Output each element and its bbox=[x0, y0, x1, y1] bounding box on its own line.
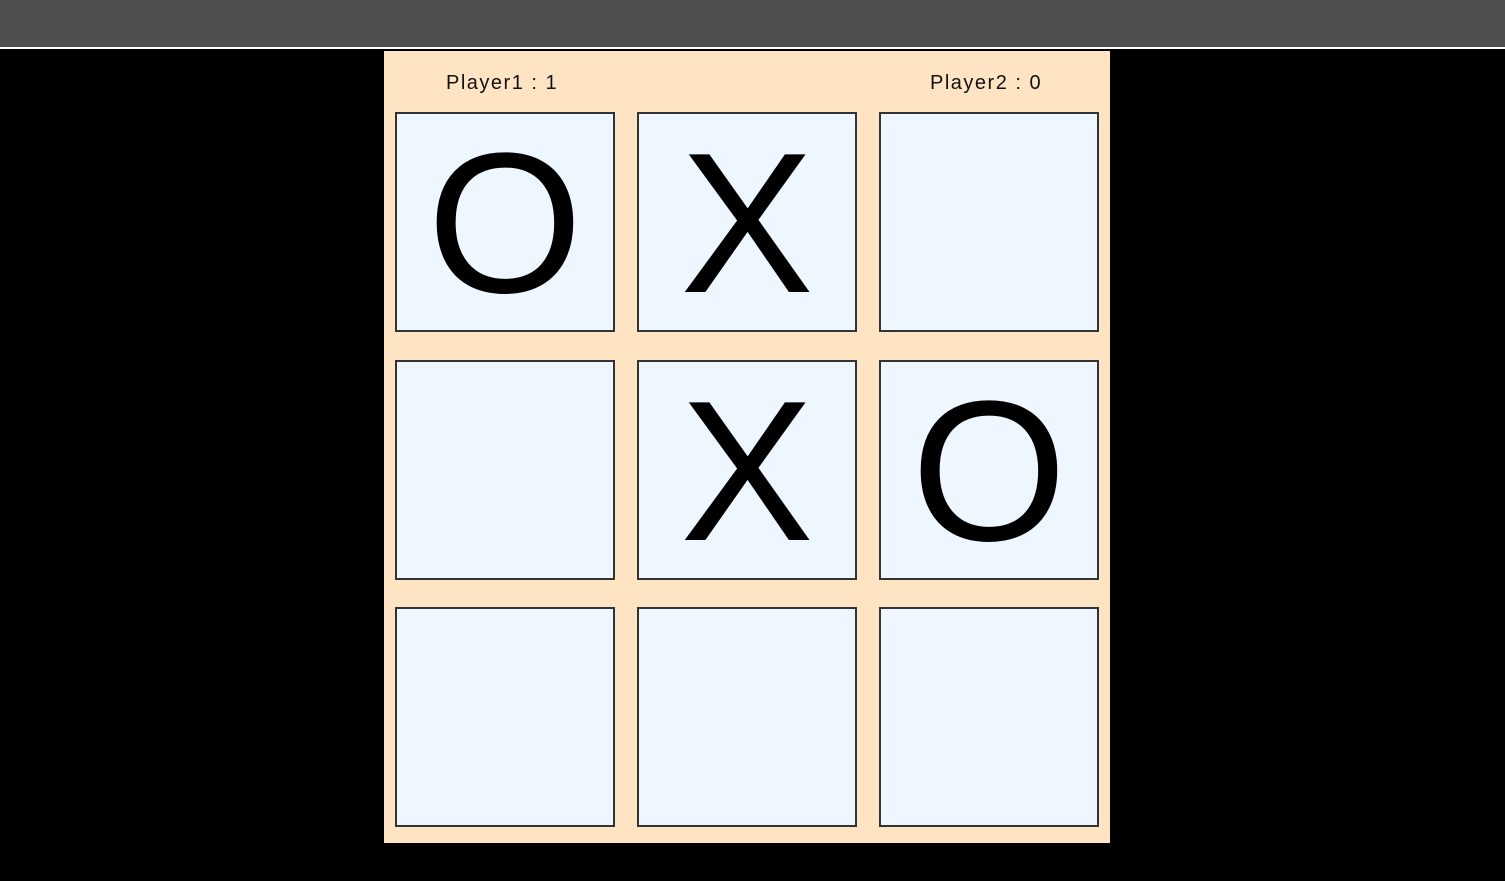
cell-r1-c3[interactable] bbox=[879, 112, 1099, 332]
cell-mark: X bbox=[680, 360, 814, 583]
cell-r1-c1[interactable]: O bbox=[395, 112, 615, 332]
cell-r1-c2[interactable]: X bbox=[637, 112, 857, 332]
cell-r2-c2[interactable]: X bbox=[637, 360, 857, 580]
cell-r2-c3[interactable]: O bbox=[879, 360, 1099, 580]
player2-score: Player2 : 0 bbox=[930, 72, 1043, 94]
cell-r2-c1[interactable] bbox=[395, 360, 615, 580]
cell-r3-c3[interactable] bbox=[879, 607, 1099, 827]
cell-r3-c1[interactable] bbox=[395, 607, 615, 827]
game-panel: Player1 : 1 Player2 : 0 O X X O bbox=[384, 51, 1110, 843]
cell-mark: X bbox=[680, 112, 814, 335]
top-bar bbox=[0, 0, 1505, 49]
cell-mark: O bbox=[427, 112, 583, 335]
cell-mark: O bbox=[911, 360, 1067, 583]
player1-score: Player1 : 1 bbox=[446, 72, 559, 94]
cell-r3-c2[interactable] bbox=[637, 607, 857, 827]
